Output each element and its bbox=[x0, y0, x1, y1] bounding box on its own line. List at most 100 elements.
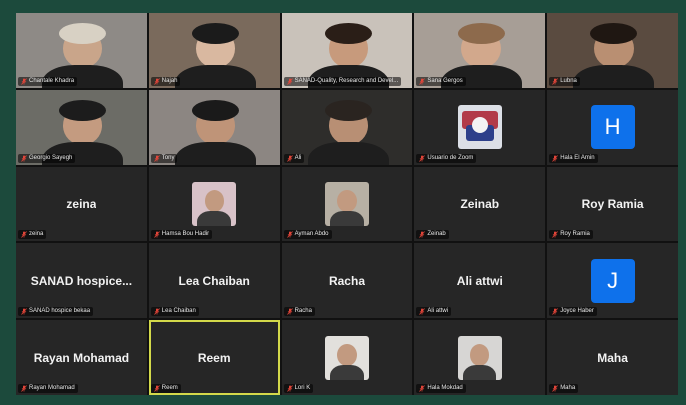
avatar: H bbox=[590, 105, 635, 150]
participant-name-label: Racha bbox=[283, 307, 315, 317]
participant-name-label: Sana Gergos bbox=[416, 76, 466, 86]
photo-face bbox=[204, 189, 224, 212]
photo-body bbox=[330, 211, 364, 226]
participant-big-name: zeina bbox=[66, 196, 97, 211]
participant-name: Hamsa Bou Hadir bbox=[161, 231, 210, 238]
participant-tile[interactable]: Roy Ramia Roy Ramia bbox=[547, 166, 678, 242]
muted-mic-icon bbox=[419, 308, 426, 315]
participant-name-label: Ali attwi bbox=[416, 307, 452, 317]
participant-name-label: Hala Mokdad bbox=[416, 384, 466, 393]
participant-tile[interactable]: Sana Gergos bbox=[414, 13, 546, 88]
participant-name-label: Ali bbox=[283, 153, 305, 163]
participant-tile[interactable]: Lea Chaiban Lea Chaiban bbox=[148, 243, 280, 319]
participant-name: Ali attwi bbox=[427, 308, 449, 315]
profile-photo bbox=[324, 181, 369, 226]
participant-tile[interactable]: Lubna bbox=[547, 13, 678, 88]
participant-tile[interactable]: Chantale Khadra bbox=[16, 13, 147, 88]
participant-name-label: Lea Chaiban bbox=[150, 307, 199, 317]
participant-tile[interactable]: Georgio Sayegh bbox=[16, 89, 147, 165]
gallery-grid: Chantale Khadra Najah SANAD-Quality, Resea… bbox=[16, 13, 678, 395]
participant-name: Reem bbox=[161, 385, 178, 391]
participant-tile[interactable]: H Hala El Amin bbox=[547, 89, 678, 165]
participant-name-label: SANAD-Quality, Research and Devel... bbox=[283, 76, 402, 86]
participant-tile[interactable]: Najah bbox=[148, 13, 280, 88]
participant-name: Zeinab bbox=[427, 231, 446, 238]
participant-name-label: Joyce Haber bbox=[549, 307, 597, 317]
participant-tile[interactable]: Rayan Mohamad Rayan Mohamad bbox=[16, 320, 147, 395]
participant-tile[interactable]: SANAD hospice... SANAD hospice bekaa bbox=[16, 243, 147, 319]
participant-name-label: Lubna bbox=[549, 76, 580, 86]
participant-name: Ali bbox=[294, 154, 302, 161]
muted-mic-icon bbox=[21, 78, 27, 85]
participant-name-label: Zeinab bbox=[416, 230, 449, 240]
participant-big-name: Rayan Mohamad bbox=[33, 350, 130, 365]
participant-tile[interactable]: Ali attwi Ali attwi bbox=[414, 243, 546, 319]
participant-tile[interactable]: J Joyce Haber bbox=[547, 243, 678, 319]
muted-mic-icon bbox=[419, 78, 426, 85]
muted-mic-icon bbox=[153, 78, 160, 85]
zoom-user-image bbox=[457, 105, 502, 150]
muted-mic-icon bbox=[286, 154, 293, 162]
photo-body bbox=[197, 211, 231, 226]
participant-shoulders bbox=[174, 65, 257, 88]
participant-name: Rayan Mohamad bbox=[29, 385, 75, 391]
muted-mic-icon bbox=[552, 231, 558, 239]
participant-name: Usuario de Zoom bbox=[427, 154, 474, 161]
participant-shoulders bbox=[573, 65, 655, 88]
participant-tile[interactable]: Maha Maha bbox=[547, 320, 678, 395]
muted-mic-icon bbox=[21, 154, 27, 162]
avatar: J bbox=[590, 258, 635, 303]
muted-mic-icon bbox=[21, 231, 27, 239]
participant-name: Joyce Haber bbox=[560, 308, 594, 315]
muted-mic-icon bbox=[286, 78, 293, 85]
participant-big-name: SANAD hospice... bbox=[30, 273, 133, 288]
muted-mic-icon bbox=[552, 154, 558, 162]
participant-name-label: Georgio Sayegh bbox=[18, 153, 76, 163]
participant-tile[interactable]: Ali bbox=[281, 89, 413, 165]
participant-big-name: Reem bbox=[197, 350, 231, 365]
participant-name: Hala El Amin bbox=[560, 154, 595, 161]
photo-face bbox=[337, 343, 357, 366]
participant-name: SANAD hospice bekaa bbox=[29, 308, 91, 315]
participant-tile[interactable]: SANAD-Quality, Research and Devel... bbox=[281, 13, 413, 88]
muted-mic-icon bbox=[153, 154, 160, 162]
participant-tile[interactable]: Zeinab Zeinab bbox=[414, 166, 546, 242]
participant-name-label: SANAD hospice bekaa bbox=[18, 307, 94, 317]
participant-tile[interactable]: Hala Mokdad bbox=[414, 320, 546, 395]
muted-mic-icon bbox=[153, 231, 160, 239]
participant-name-label: Maha bbox=[549, 384, 579, 393]
participant-tile[interactable]: Racha Racha bbox=[281, 243, 413, 319]
muted-mic-icon bbox=[286, 231, 293, 239]
participant-tile[interactable]: Tony bbox=[148, 89, 280, 165]
participant-name: Lori K bbox=[294, 385, 311, 391]
participant-tile[interactable]: Usuario de Zoom bbox=[414, 89, 546, 165]
participant-tile[interactable]: Hamsa Bou Hadir bbox=[148, 166, 280, 242]
muted-mic-icon bbox=[419, 231, 426, 239]
participant-shoulders bbox=[174, 142, 257, 165]
participant-big-name: Racha bbox=[328, 273, 365, 288]
participant-tile[interactable]: Ayman Abdo bbox=[281, 166, 413, 242]
profile-photo bbox=[324, 335, 369, 380]
participant-name: Lea Chaiban bbox=[161, 308, 196, 315]
muted-mic-icon bbox=[552, 78, 558, 85]
photo-body bbox=[463, 364, 497, 380]
muted-mic-icon bbox=[21, 385, 27, 392]
participant-big-name: Roy Ramia bbox=[581, 196, 644, 211]
participant-name: Lubna bbox=[560, 77, 577, 84]
muted-mic-icon bbox=[153, 385, 160, 392]
participant-shoulders bbox=[307, 142, 389, 165]
photo-face bbox=[470, 343, 490, 366]
participant-big-name: Zeinab bbox=[460, 196, 500, 211]
avatar-letter: H bbox=[604, 114, 621, 140]
participant-name: Ayman Abdo bbox=[294, 231, 329, 238]
participant-name-label: Ayman Abdo bbox=[283, 230, 332, 240]
participant-name-label: zeina bbox=[18, 230, 47, 240]
participant-name: Tony bbox=[161, 154, 175, 161]
participant-tile[interactable]: zeina zeina bbox=[16, 166, 147, 242]
participant-hair bbox=[324, 100, 372, 122]
muted-mic-icon bbox=[286, 385, 293, 392]
participant-name-label: Hamsa Bou Hadir bbox=[150, 230, 213, 240]
participant-tile[interactable]: Reem Reem bbox=[148, 320, 280, 395]
participant-name: Roy Ramia bbox=[560, 231, 590, 238]
participant-tile[interactable]: Lori K bbox=[281, 320, 413, 395]
